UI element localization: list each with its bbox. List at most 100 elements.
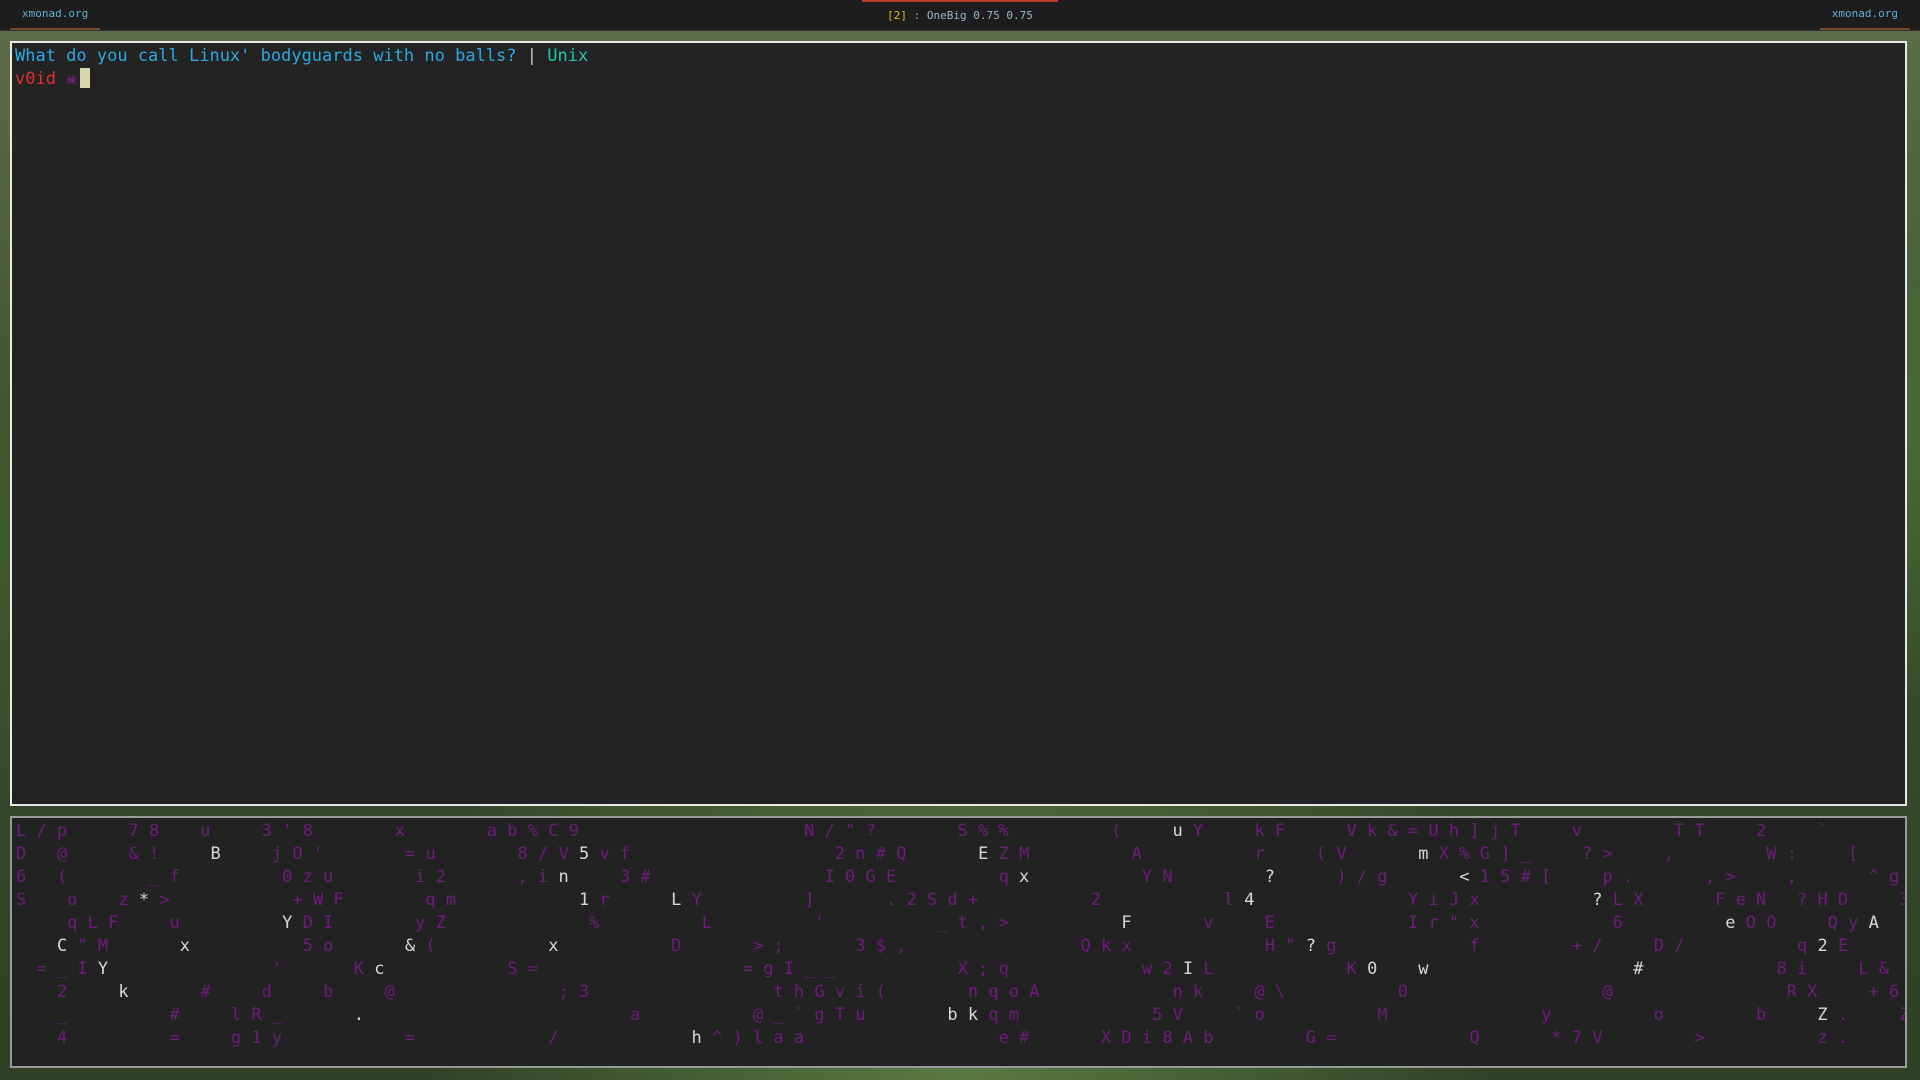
matrix-char-highlight: 0 [1367, 959, 1378, 979]
matrix-chars [16, 936, 57, 956]
matrix-chars: a @ _ ` g T u [364, 1005, 948, 1025]
matrix-chars: 4 = g 1 y = / [16, 1028, 692, 1048]
matrix-char-highlight: c [374, 959, 385, 979]
matrix-row: q L F u Y D I y Z % L ' _ t , > F v E I … [16, 912, 1905, 934]
matrix-chars: D > ; 3 $ , Q k x H " [558, 936, 1306, 956]
matrix-char-highlight: 5 [578, 844, 590, 864]
matrix-chars: ' K [108, 959, 375, 979]
matrix-chars: 2 [16, 982, 119, 1002]
matrix-chars: Y i J x [1254, 890, 1593, 910]
matrix-char-highlight: Y [282, 913, 293, 933]
matrix-chars: r [589, 890, 672, 910]
matrix-char-highlight: k [118, 982, 129, 1002]
matrix-chars [958, 1005, 968, 1025]
status-bar-right-label[interactable]: xmonad.org [1819, 0, 1910, 30]
matrix-chars: Y N [1029, 867, 1265, 887]
matrix-row: 6 ( _ f 0 z u i 2 , i n 3 # I 0 G E q x … [16, 866, 1905, 888]
workspace-number[interactable]: [2] [887, 9, 907, 22]
matrix-chars: - v K 8 < J B / 9 D T [1879, 913, 1905, 933]
matrix-row: D @ & ! B j O ' = u 8 / V 5 v f 2 n # Q … [16, 843, 1905, 865]
matrix-char-highlight: # [1633, 959, 1644, 979]
terminal-window[interactable]: What do you call Linux' bodyguards with … [10, 41, 1907, 806]
workspace-separator: : [913, 9, 921, 22]
matrix-chars: j O ' = u 8 / V [220, 844, 579, 864]
matrix-char-highlight: ? [1305, 936, 1316, 956]
matrix-chars: S o z [16, 890, 139, 910]
joke-separator: | [526, 46, 538, 66]
matrix-chars: Y ] . 2 S d + 2 l [681, 890, 1245, 910]
matrix-char-highlight: E [978, 844, 989, 864]
matrix-chars: D @ & ! [16, 844, 211, 864]
matrix-chars: = _ I [16, 959, 98, 979]
matrix-chars: Y k F V k & = U h ] j T v T T 2 ` . @ 6 … [1193, 821, 1828, 841]
matrix-char-highlight: ? [1264, 867, 1275, 887]
matrix-char-highlight: F [1121, 913, 1132, 933]
matrix-char-highlight: * [138, 890, 150, 910]
matrix-char-highlight: x [179, 936, 191, 956]
matrix-chars: 5 o [190, 936, 405, 956]
matrix-char-highlight: x [548, 936, 559, 956]
matrix-char-highlight: h [691, 1028, 702, 1048]
matrix-chars: 3 # I 0 G E q [568, 867, 1020, 887]
status-bar-left-label[interactable]: xmonad.org [10, 0, 101, 30]
matrix-chars: q m 5 V ` o M y o b [978, 1005, 1818, 1025]
matrix-chars: L K [1193, 959, 1368, 979]
matrix-char-highlight: m [1418, 844, 1429, 864]
matrix-chars: Z M A r ( V [988, 844, 1419, 864]
matrix-row: S o z * > + W F q m 1 r L Y ] . 2 S d + … [16, 889, 1905, 911]
skull-icon: ☠ [66, 69, 77, 89]
matrix-chars: ( [415, 936, 549, 956]
matrix-chars: ^ ) l a a e # X D i 8 A b G = Q * 7 V > … [712, 1028, 1849, 1048]
matrix-chars: 1 5 # [ p . , > , ^ g J T % a n # r W w … [1479, 867, 1900, 887]
matrix-chars: E , P s _ u * [1837, 936, 1849, 956]
matrix-chars [1377, 959, 1418, 979]
matrix-row: C " M x 5 o & ( x D > ; 3 $ , Q k x H " … [16, 935, 1905, 957]
workspace-indicator[interactable]: [2] : OneBig 0.75 0.75 [862, 0, 1058, 30]
matrix-chars: ) / g [1274, 867, 1460, 887]
matrix-chars: O O Q y [1735, 913, 1869, 933]
matrix-char-highlight: I [1182, 959, 1194, 979]
terminal-output-line: What do you call Linux' bodyguards with … [15, 45, 588, 67]
matrix-char-highlight: b [947, 1005, 958, 1025]
matrix-chars: L / p 7 8 u 3 ' 8 x a b % C 9 N / " ? S … [16, 821, 1173, 841]
layout-name[interactable]: OneBig 0.75 0.75 [927, 9, 1033, 22]
matrix-char-highlight: k [967, 1005, 979, 1025]
matrix-chars: # d b @ ; 3 t h G v i ( n q o A n k @ \ … [128, 982, 1907, 1002]
matrix-char-highlight: ? [1592, 890, 1603, 910]
shell-prompt[interactable]: v0id ☠ [15, 68, 91, 90]
matrix-row: 4 = g 1 y = / h ^ ) l a a e # X D i 8 A … [16, 1027, 1905, 1049]
matrix-char-highlight: Y [97, 959, 109, 979]
matrix-chars: q L F u [16, 913, 283, 933]
matrix-char-highlight: < [1459, 867, 1470, 887]
matrix-chars: L X F e N ? H D 3 u q K T M g A P m / [1612, 890, 1905, 910]
matrix-chars: . Z I U F x k u q n + ? q ` [1837, 1005, 1905, 1025]
matrix-chars: X % G ] _ ? > , W : [ % ` t ^ / 2 u y a … [1438, 844, 1859, 864]
joke-answer: Unix [547, 46, 589, 66]
matrix-chars: _ # l R _ [16, 1005, 354, 1025]
matrix-char-highlight: 1 [578, 890, 590, 910]
matrix-char-highlight: e [1725, 913, 1736, 933]
matrix-char-highlight: x [1019, 867, 1030, 887]
matrix-row: 2 k # d b @ ; 3 t h G v i ( n q o A n k … [16, 981, 1907, 1003]
matrix-row: L / p 7 8 u 3 ' 8 x a b % C 9 N / " ? S … [16, 820, 1905, 842]
matrix-char-highlight: A [1868, 913, 1879, 933]
matrix-row: = _ I Y ' K c S = = g I _ _ X ; q w 2 I … [16, 958, 1905, 980]
matrix-chars: g f + / D / q [1315, 936, 1818, 956]
matrix-char-highlight: L [671, 890, 682, 910]
matrix-rain-terminal[interactable]: L / p 7 8 u 3 ' 8 x a b % C 9 N / " ? S … [10, 816, 1907, 1068]
matrix-chars [1429, 959, 1634, 979]
joke-text: What do you call Linux' bodyguards with … [15, 46, 517, 66]
status-bar: xmonad.org [2] : OneBig 0.75 0.75 xmonad… [0, 0, 1920, 31]
matrix-chars: 8 i L & 0 ( E n [1776, 959, 1890, 979]
matrix-chars: v E I r " x 6 [1131, 913, 1726, 933]
matrix-char-highlight: & [404, 936, 416, 956]
matrix-char-highlight: C [56, 936, 68, 956]
matrix-char-highlight: . [353, 1005, 365, 1025]
matrix-chars: D I y Z % L ' _ t , > [292, 913, 1122, 933]
matrix-char-highlight: 4 [1244, 890, 1255, 910]
matrix-char-highlight: n [558, 867, 569, 887]
matrix-chars: " M [67, 936, 180, 956]
matrix-char-highlight: 2 [1817, 936, 1828, 956]
matrix-char-highlight: u [1172, 821, 1183, 841]
matrix-chars: > + W F q m [149, 890, 579, 910]
